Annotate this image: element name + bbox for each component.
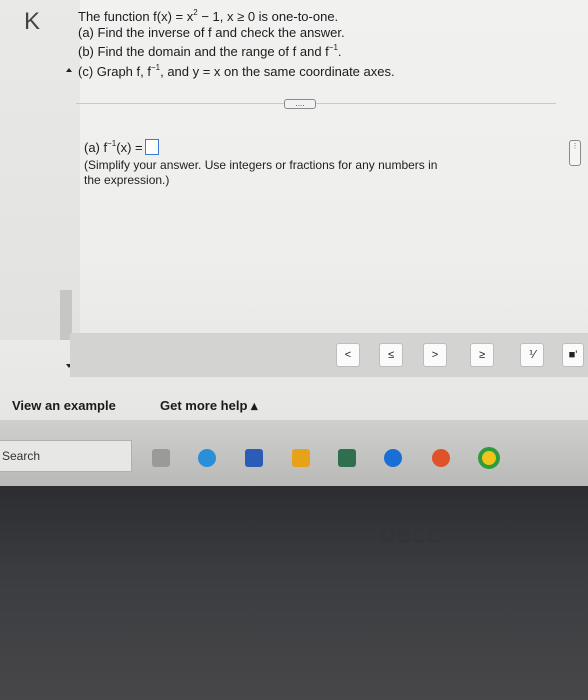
file-explorer-icon[interactable]	[292, 449, 310, 467]
view-example-link[interactable]: View an example	[12, 398, 116, 413]
scroll-up-arrow-icon[interactable]	[66, 68, 72, 72]
answer-prompt: (a) f−1(x) =	[84, 139, 159, 155]
firefox-icon[interactable]	[432, 449, 450, 467]
instruction-line-2: the expression.)	[84, 173, 170, 187]
task-view-icon[interactable]	[152, 449, 170, 467]
question-statement: The function f(x) = x2 − 1, x ≥ 0 is one…	[78, 8, 339, 24]
instruction-line-1: (Simplify your answer. Use integers or f…	[84, 158, 438, 172]
edge-icon[interactable]	[198, 449, 216, 467]
word-icon[interactable]	[245, 449, 263, 467]
get-more-help-link[interactable]: Get more help ▴	[160, 398, 258, 414]
math-toolbar	[70, 333, 588, 377]
answer-input[interactable]	[144, 139, 159, 155]
side-expand-button[interactable]: ⋮	[569, 140, 581, 166]
laptop-bezel	[0, 486, 588, 700]
less-than-button[interactable]: <	[336, 343, 360, 367]
question-part-a: (a) Find the inverse of f and check the …	[78, 25, 345, 40]
greater-equal-button[interactable]: ≥	[470, 343, 494, 367]
question-part-b: (b) Find the domain and the range of f a…	[78, 43, 342, 59]
back-button[interactable]: K	[24, 10, 40, 34]
greater-than-button[interactable]: >	[423, 343, 447, 367]
taskbar-search[interactable]: Search	[0, 440, 132, 472]
exponent-button[interactable]: ■'	[562, 343, 584, 367]
chrome-icon[interactable]	[478, 447, 500, 469]
expand-button[interactable]: ....	[284, 99, 316, 109]
fraction-button[interactable]: ⅟	[520, 343, 544, 367]
left-rail	[0, 0, 80, 340]
less-equal-button[interactable]: ≤	[379, 343, 403, 367]
store-icon[interactable]	[338, 449, 356, 467]
question-part-c: (c) Graph f, f−1, and y = x on the same …	[78, 63, 395, 79]
app-icon[interactable]	[384, 449, 402, 467]
brand-logo: DELL	[380, 522, 442, 547]
screen: K The function f(x) = x2 − 1, x ≥ 0 is o…	[0, 0, 588, 420]
divider	[76, 103, 556, 104]
